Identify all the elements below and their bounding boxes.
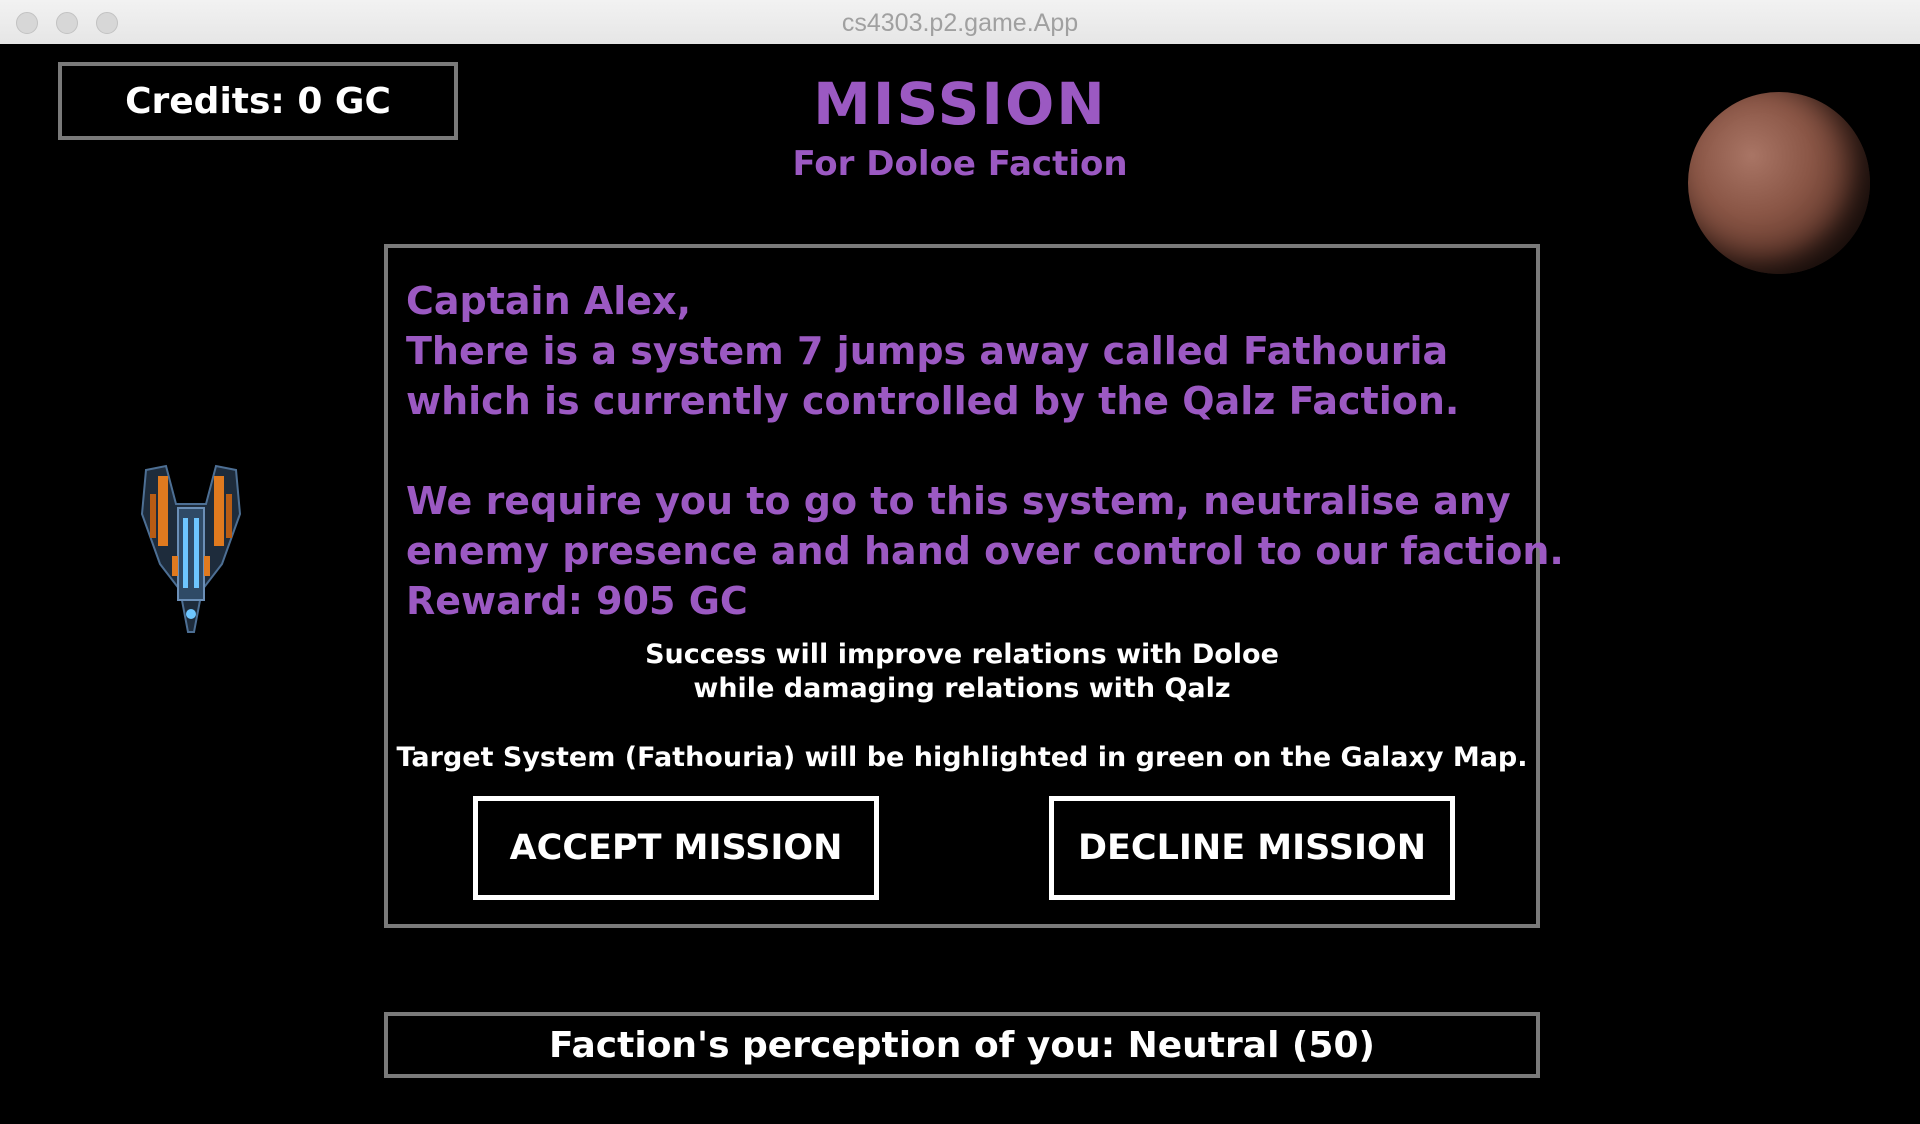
briefing-line: which is currently controlled by the Qal…	[406, 379, 1460, 423]
mission-subtitle: For Doloe Faction	[792, 144, 1128, 184]
relations-note: Success will improve relations with Dolo…	[388, 638, 1536, 706]
mission-panel: Captain Alex, There is a system 7 jumps …	[384, 244, 1564, 928]
briefing-spacer	[406, 426, 1526, 476]
mission-briefing: Captain Alex, There is a system 7 jumps …	[406, 276, 1564, 626]
faction-perception-bar: Faction's perception of you: Neutral (50…	[384, 1012, 1540, 1078]
mission-reward: Reward: 905 GC	[406, 579, 748, 623]
accept-mission-button[interactable]: ACCEPT MISSION	[473, 796, 879, 900]
target-system-note: Target System (Fathouria) will be highli…	[396, 742, 1528, 773]
relations-damage-text: while damaging relations with Qalz	[693, 673, 1231, 704]
briefing-line: enemy presence and hand over control to …	[406, 529, 1564, 573]
game-canvas: Credits: 0 GC MISSION For Doloe Faction …	[0, 44, 1920, 1124]
decline-mission-button[interactable]: DECLINE MISSION	[1049, 796, 1455, 900]
window-title: cs4303.p2.game.App	[841, 9, 1079, 37]
spaceship-icon	[140, 464, 242, 633]
window-titlebar: cs4303.p2.game.App	[0, 0, 1920, 45]
mission-title: MISSION	[813, 70, 1107, 138]
briefing-line: Captain Alex,	[406, 279, 691, 323]
relations-improve-text: Success will improve relations with Dolo…	[645, 639, 1279, 670]
planet-icon	[1688, 92, 1870, 274]
briefing-line: There is a system 7 jumps away called Fa…	[406, 329, 1449, 373]
briefing-line: We require you to go to this system, neu…	[406, 479, 1511, 523]
